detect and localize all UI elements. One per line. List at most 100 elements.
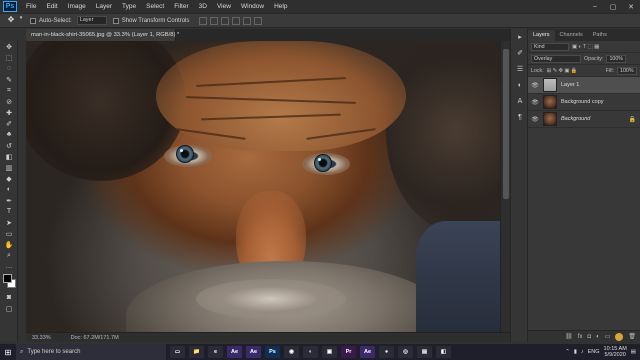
close-button[interactable]: ✕: [622, 3, 640, 11]
taskbar-app-icon[interactable]: Ps: [265, 346, 280, 358]
menu-3d[interactable]: 3D: [194, 3, 212, 10]
rectangle-tool-icon[interactable]: ▭: [0, 228, 18, 239]
align-center-icon[interactable]: [243, 16, 252, 25]
visibility-eye-icon[interactable]: 👁: [531, 99, 539, 106]
doc-info[interactable]: Doc: 67.2M/171.7M: [71, 335, 119, 341]
foreground-color-swatch[interactable]: [3, 274, 12, 283]
paragraph-panel-icon[interactable]: ¶: [511, 109, 529, 125]
layer-kind-filter[interactable]: Kind: [531, 42, 569, 51]
clone-stamp-tool-icon[interactable]: ♣: [0, 129, 18, 140]
new-group-icon[interactable]: ▭: [605, 333, 611, 340]
hand-tool-icon[interactable]: ✋: [0, 239, 18, 250]
volume-icon[interactable]: ♪: [581, 349, 584, 355]
document-tab[interactable]: man-in-black-shirt-35065.jpg @ 33.3% (La…: [26, 29, 179, 41]
scrollbar-thumb[interactable]: [503, 49, 509, 199]
more-tools-icon[interactable]: …: [0, 261, 18, 272]
menu-select[interactable]: Select: [141, 3, 169, 10]
minimize-button[interactable]: –: [586, 3, 604, 11]
menu-help[interactable]: Help: [269, 3, 292, 10]
move-tool-icon[interactable]: ✥: [0, 41, 18, 52]
history-brush-tool-icon[interactable]: ↺: [0, 140, 18, 151]
marquee-tool-icon[interactable]: ⬚: [0, 52, 18, 63]
layer-row-layer-1[interactable]: 👁 Layer 1: [528, 77, 640, 94]
taskbar-app-icon[interactable]: ▣: [322, 346, 337, 358]
menu-edit[interactable]: Edit: [41, 3, 62, 10]
menu-image[interactable]: Image: [63, 3, 91, 10]
brush-tool-icon[interactable]: ✐: [0, 118, 18, 129]
taskbar-app-icon[interactable]: 📁: [189, 346, 204, 358]
zoom-level[interactable]: 33.33%: [32, 335, 51, 341]
tab-channels[interactable]: Channels: [555, 30, 588, 41]
lasso-tool-icon[interactable]: ◌: [0, 63, 18, 74]
maximize-button[interactable]: ▢: [604, 3, 622, 11]
taskbar-app-icon[interactable]: e: [208, 346, 223, 358]
filter-icons[interactable]: ▣ ◐ T ⬚ ▦: [572, 44, 599, 50]
pen-tool-icon[interactable]: ✒: [0, 195, 18, 206]
history-panel-icon[interactable]: ▸: [511, 29, 529, 45]
layer-row-background[interactable]: 👁 Background 🔒: [528, 111, 640, 128]
align-right-icon[interactable]: [254, 16, 263, 25]
taskbar-app-icon[interactable]: ◐: [303, 346, 318, 358]
language-indicator[interactable]: ENG: [588, 349, 600, 355]
windows-start-icon[interactable]: ⊞: [0, 344, 16, 360]
taskbar-app-icon[interactable]: ◉: [284, 346, 299, 358]
layer-name[interactable]: Background copy: [561, 99, 604, 105]
layer-name[interactable]: Background: [561, 116, 590, 122]
gradient-tool-icon[interactable]: ▥: [0, 162, 18, 173]
menu-filter[interactable]: Filter: [169, 3, 193, 10]
color-swatches[interactable]: [0, 272, 18, 292]
dodge-tool-icon[interactable]: ◐: [0, 184, 18, 195]
network-icon[interactable]: ▮: [574, 349, 577, 355]
blend-mode-dropdown[interactable]: Overlay: [531, 54, 581, 63]
taskbar-app-icon[interactable]: ●: [379, 346, 394, 358]
add-mask-icon[interactable]: ◘: [587, 334, 591, 340]
type-tool-icon[interactable]: T: [0, 206, 18, 217]
blur-tool-icon[interactable]: ◆: [0, 173, 18, 184]
adjustment-layer-icon[interactable]: ◐: [596, 334, 600, 340]
align-top-icon[interactable]: [199, 16, 208, 25]
canvas-area[interactable]: [26, 41, 510, 332]
move-tool-icon[interactable]: ✥: [4, 15, 18, 26]
opacity-input[interactable]: 100%: [606, 54, 627, 63]
menu-layer[interactable]: Layer: [91, 3, 117, 10]
menu-window[interactable]: Window: [236, 3, 269, 10]
fx-icon[interactable]: fx: [578, 334, 583, 340]
quick-mask-icon[interactable]: ◙: [0, 292, 18, 303]
lock-icons[interactable]: ⊞ ✎ ✥ ▣ 🔒: [547, 68, 578, 74]
quick-select-tool-icon[interactable]: ✎: [0, 74, 18, 85]
brush-settings-icon[interactable]: ✐: [511, 45, 529, 61]
taskbar-search-box[interactable]: ⌕ Type here to search: [16, 344, 166, 360]
auto-select-checkbox[interactable]: [30, 17, 36, 24]
screen-mode-icon[interactable]: ▢: [0, 303, 18, 314]
link-layers-icon[interactable]: ⛓: [565, 333, 573, 340]
notifications-icon[interactable]: ▤: [631, 349, 636, 355]
taskbar-app-icon[interactable]: Ae: [227, 346, 242, 358]
new-layer-icon[interactable]: [615, 332, 624, 341]
zoom-tool-icon[interactable]: ⌕: [0, 250, 18, 261]
menu-view[interactable]: View: [212, 3, 236, 10]
eraser-tool-icon[interactable]: ◧: [0, 151, 18, 162]
healing-brush-tool-icon[interactable]: ✚: [0, 107, 18, 118]
fill-input[interactable]: 100%: [617, 66, 637, 75]
visibility-eye-icon[interactable]: 👁: [531, 82, 539, 89]
canvas-vertical-scrollbar[interactable]: [500, 41, 510, 332]
chevron-down-icon[interactable]: ▾: [18, 15, 24, 26]
show-transform-checkbox[interactable]: [112, 17, 119, 24]
taskbar-app-icon[interactable]: Pr: [341, 346, 356, 358]
taskbar-app-icon[interactable]: ◧: [436, 346, 451, 358]
menu-type[interactable]: Type: [117, 3, 141, 10]
adjustments-icon[interactable]: ◐: [511, 77, 529, 93]
taskbar-app-icon[interactable]: ▭: [170, 346, 185, 358]
crop-tool-icon[interactable]: ⌗: [0, 85, 18, 96]
align-bottom-icon[interactable]: [221, 16, 230, 25]
tab-paths[interactable]: Paths: [588, 30, 612, 41]
clock[interactable]: 10:15 AM 5/9/2020: [604, 346, 627, 359]
taskbar-app-icon[interactable]: Ae: [246, 346, 261, 358]
layer-name[interactable]: Layer 1: [561, 82, 579, 88]
delete-layer-icon[interactable]: 🗑: [628, 333, 636, 340]
align-middle-icon[interactable]: [210, 16, 219, 25]
align-left-icon[interactable]: [232, 16, 241, 25]
taskbar-app-icon[interactable]: Ae: [360, 346, 375, 358]
menu-file[interactable]: File: [21, 3, 41, 10]
chevron-up-icon[interactable]: ⌃: [565, 349, 570, 355]
